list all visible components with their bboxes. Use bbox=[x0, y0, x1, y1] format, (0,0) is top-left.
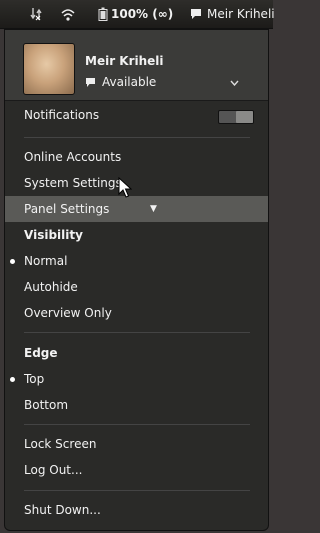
online-accounts-item[interactable]: Online Accounts bbox=[5, 144, 268, 170]
overview-only-label: Overview Only bbox=[24, 306, 112, 320]
status-label: Available bbox=[102, 75, 157, 89]
visibility-normal-item[interactable]: Normal bbox=[5, 248, 268, 274]
user-indicator[interactable]: Meir Kriheli bbox=[190, 0, 275, 28]
panel-settings-item[interactable]: Panel Settings ▼ bbox=[5, 196, 268, 222]
user-header[interactable]: Meir Kriheli Available bbox=[5, 30, 268, 101]
lock-screen-item[interactable]: Lock Screen bbox=[5, 431, 268, 457]
chat-icon bbox=[191, 9, 201, 19]
notifications-toggle[interactable] bbox=[218, 110, 254, 124]
top-label: Top bbox=[24, 372, 45, 386]
radio-selected-icon bbox=[10, 377, 15, 382]
separator bbox=[24, 490, 250, 491]
online-accounts-label: Online Accounts bbox=[24, 150, 122, 164]
edge-heading: Edge bbox=[5, 340, 268, 366]
system-settings-label: System Settings bbox=[24, 176, 122, 190]
battery-indicator[interactable]: 100% (∞) bbox=[98, 0, 173, 28]
network-icon bbox=[30, 8, 42, 21]
shut-down-label: Shut Down... bbox=[24, 503, 101, 517]
wifi-indicator[interactable] bbox=[61, 0, 75, 28]
triangle-down-icon: ▼ bbox=[150, 204, 157, 214]
radio-selected-icon bbox=[10, 259, 15, 264]
lock-screen-label: Lock Screen bbox=[24, 437, 97, 451]
visibility-overview-item[interactable]: Overview Only bbox=[5, 300, 268, 326]
system-settings-item[interactable]: System Settings bbox=[5, 170, 268, 196]
visibility-heading: Visibility bbox=[5, 222, 268, 248]
session-menu: Meir Kriheli Available Notifications Onl… bbox=[4, 29, 269, 531]
bottom-label: Bottom bbox=[24, 398, 69, 412]
wifi-icon bbox=[61, 8, 75, 21]
chevron-down-icon[interactable] bbox=[230, 80, 239, 86]
autohide-label: Autohide bbox=[24, 280, 78, 294]
edge-top-item[interactable]: Top bbox=[5, 366, 268, 392]
panel-settings-label: Panel Settings bbox=[24, 202, 110, 216]
status-selector[interactable]: Available bbox=[85, 75, 156, 89]
separator bbox=[24, 424, 250, 425]
separator bbox=[24, 332, 250, 333]
avatar bbox=[23, 43, 75, 95]
shut-down-item[interactable]: Shut Down... bbox=[5, 497, 268, 523]
log-out-label: Log Out... bbox=[24, 463, 83, 477]
log-out-item[interactable]: Log Out... bbox=[5, 457, 268, 483]
chat-status-icon bbox=[86, 77, 95, 87]
battery-icon bbox=[98, 7, 108, 21]
notifications-label: Notifications bbox=[24, 108, 100, 122]
user-name: Meir Kriheli bbox=[85, 54, 164, 68]
battery-label: 100% (∞) bbox=[111, 7, 174, 21]
normal-label: Normal bbox=[24, 254, 68, 268]
visibility-autohide-item[interactable]: Autohide bbox=[5, 274, 268, 300]
separator bbox=[24, 137, 250, 138]
visibility-label: Visibility bbox=[24, 228, 83, 242]
top-panel: 100% (∞) Meir Kriheli bbox=[0, 0, 275, 29]
network-indicator[interactable] bbox=[30, 0, 42, 28]
notifications-item[interactable]: Notifications bbox=[5, 102, 268, 128]
edge-label: Edge bbox=[24, 346, 58, 360]
user-label: Meir Kriheli bbox=[207, 7, 275, 21]
edge-bottom-item[interactable]: Bottom bbox=[5, 392, 268, 418]
mouse-pointer-icon bbox=[118, 177, 132, 198]
